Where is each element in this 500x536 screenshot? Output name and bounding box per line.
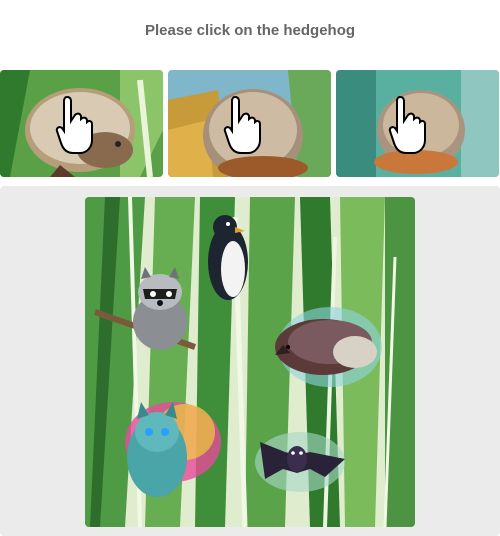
example-image-hedgehog-2	[168, 70, 331, 177]
example-image-hedgehog-1	[0, 70, 163, 177]
bat-animal	[255, 432, 345, 492]
example-image-3-art	[336, 70, 499, 177]
captcha-prompt: Please click on the hedgehog	[144, 22, 356, 39]
challenge-image[interactable]	[85, 197, 415, 527]
example-image-2-art	[168, 70, 331, 177]
challenge-image-art	[85, 197, 415, 527]
example-image-1-art	[0, 70, 163, 177]
example-images-row	[0, 70, 500, 177]
example-image-hedgehog-3	[336, 70, 499, 177]
